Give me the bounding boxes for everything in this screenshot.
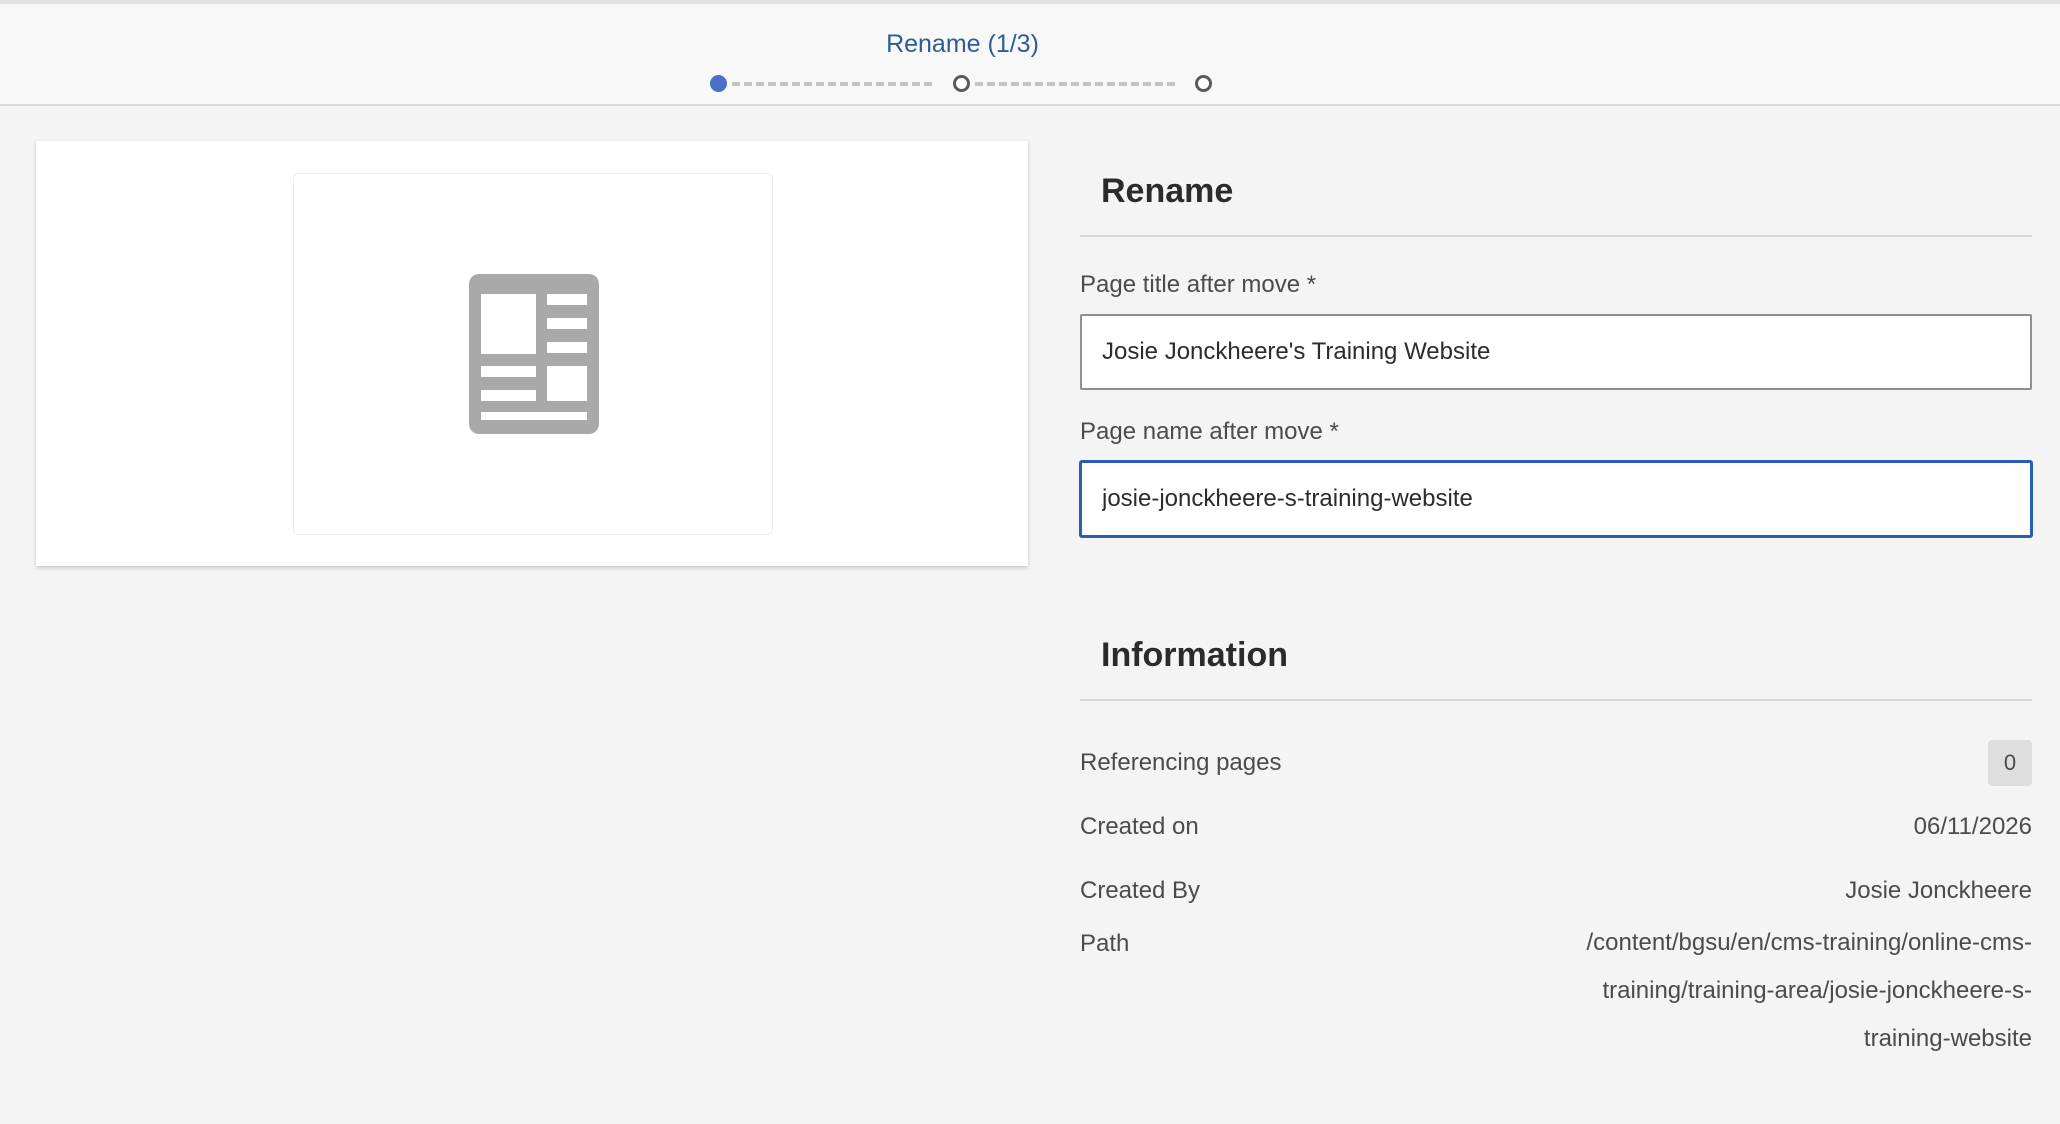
path-value: /content/bgsu/en/cms-training/online-cms… — [1586, 929, 2032, 1052]
created-on-value: 06/11/2026 — [1913, 813, 2032, 840]
information-heading: Information — [1080, 605, 2032, 701]
created-by-value: Josie Jonckheere — [1845, 877, 2032, 904]
created-on-label: Created on — [1080, 813, 1199, 840]
page-name-label: Page name after move * — [1080, 418, 1339, 445]
created-on-row: Created on 06/11/2026 — [1080, 803, 2032, 851]
thumbnail-frame — [293, 173, 773, 535]
step-2-indicator[interactable] — [953, 75, 970, 92]
step-3-indicator[interactable] — [1195, 75, 1212, 92]
referencing-pages-label: Referencing pages — [1080, 749, 1282, 776]
rename-panel: Rename Page title after move * Page name… — [1080, 141, 2032, 1063]
page-title-input[interactable] — [1080, 314, 2032, 390]
step-connector — [732, 82, 932, 86]
page-preview-card — [36, 141, 1028, 566]
wizard-stepper — [710, 72, 1212, 96]
page-thumbnail-icon — [469, 274, 599, 434]
step-title: Rename (1/3) — [886, 30, 1039, 58]
created-by-row: Created By Josie Jonckheere — [1080, 867, 2032, 915]
referencing-pages-row: Referencing pages 0 — [1080, 739, 2032, 787]
step-connector — [975, 82, 1175, 86]
page-title-label: Page title after move * — [1080, 271, 1317, 298]
path-row: Path /content/bgsu/en/cms-training/onlin… — [1080, 929, 2032, 1063]
page-name-input[interactable] — [1080, 461, 2032, 537]
created-by-label: Created By — [1080, 877, 1201, 904]
rename-heading: Rename — [1080, 141, 2032, 237]
step-1-indicator[interactable] — [710, 75, 727, 92]
referencing-pages-count[interactable]: 0 — [1988, 740, 2032, 786]
wizard-header: Rename (1/3) — [0, 0, 2060, 106]
path-label: Path — [1080, 930, 1130, 957]
